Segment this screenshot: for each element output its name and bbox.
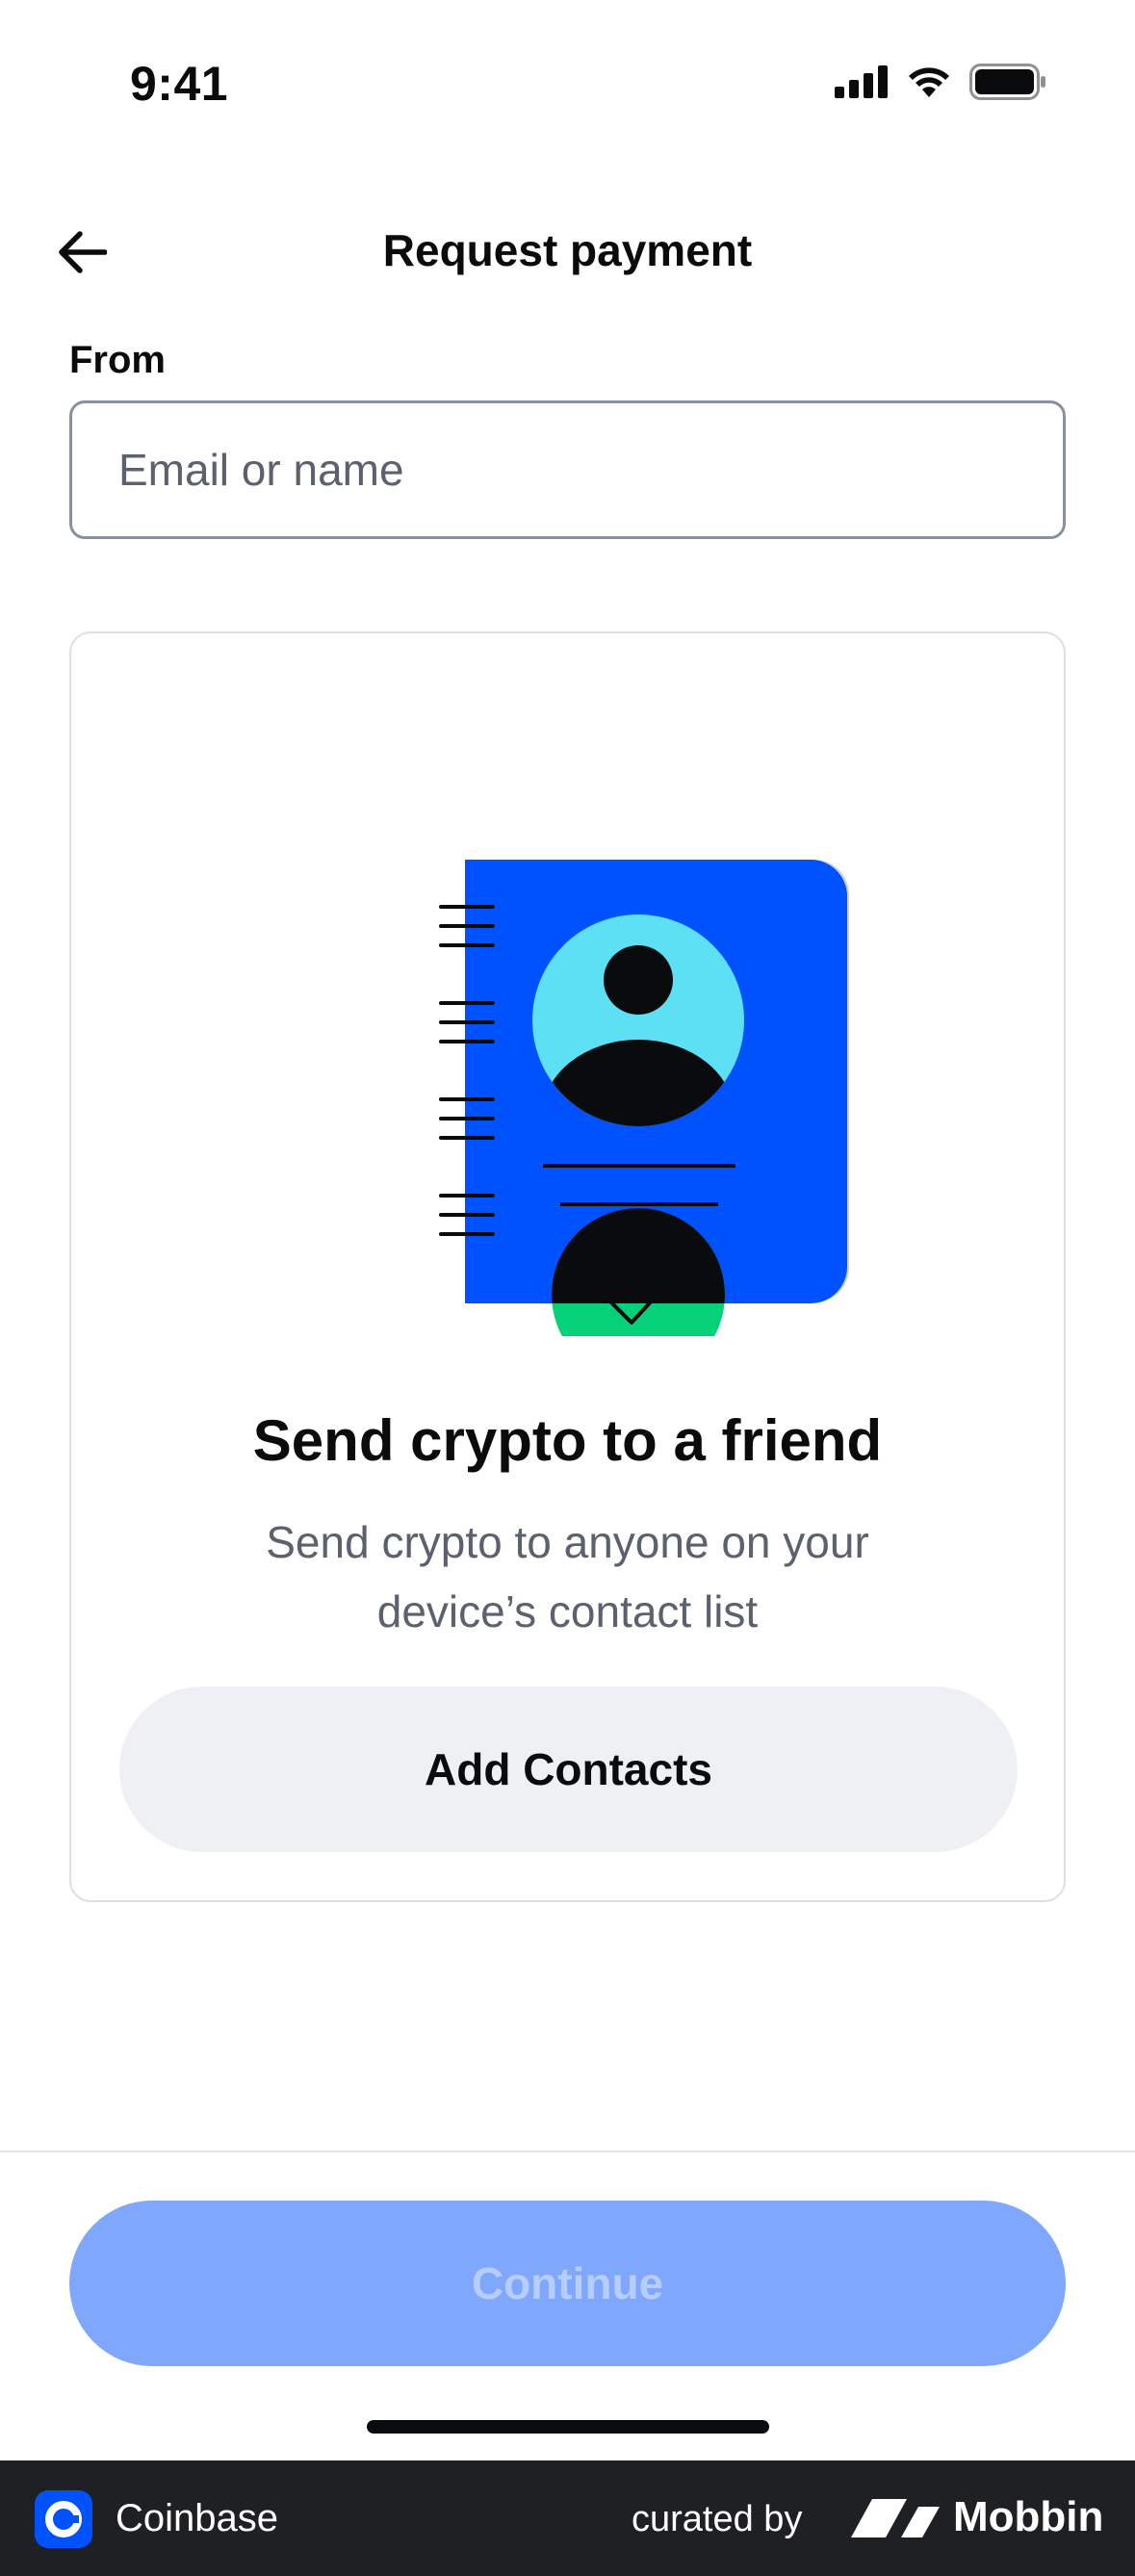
branding-footer: Coinbase curated by Mobbin [0,2460,1135,2576]
card-title: Send crypto to a friend [252,1408,883,1473]
address-book-check-illustration [439,860,849,1336]
card-subtitle: Send crypto to anyone on your device’s c… [266,1517,869,1636]
battery-icon [969,64,1045,100]
status-icons [835,64,1046,100]
from-input[interactable] [69,400,1066,539]
coinbase-logo-icon [35,2490,92,2548]
status-time: 9:41 [130,57,229,111]
from-label: From [69,339,166,381]
nav-bar: Request payment [0,197,1135,303]
contacts-promo-card: Send crypto to a friend Send crypto to a… [69,631,1066,1902]
add-contacts-button[interactable]: Add Contacts [119,1687,1018,1852]
footer-curated-by: curated by [632,2499,803,2539]
cellular-signal-icon [835,65,888,98]
status-bar: 9:41 [0,0,1135,169]
continue-button[interactable]: Continue [69,2201,1066,2366]
wifi-icon [909,67,949,97]
bottom-divider [0,2151,1135,2152]
page-title: Request payment [382,225,753,275]
footer-mobbin-name: Mobbin [953,2493,1104,2540]
home-indicator [367,2420,769,2434]
footer-app-name: Coinbase [116,2497,279,2539]
mobbin-logo-icon [851,2499,940,2537]
